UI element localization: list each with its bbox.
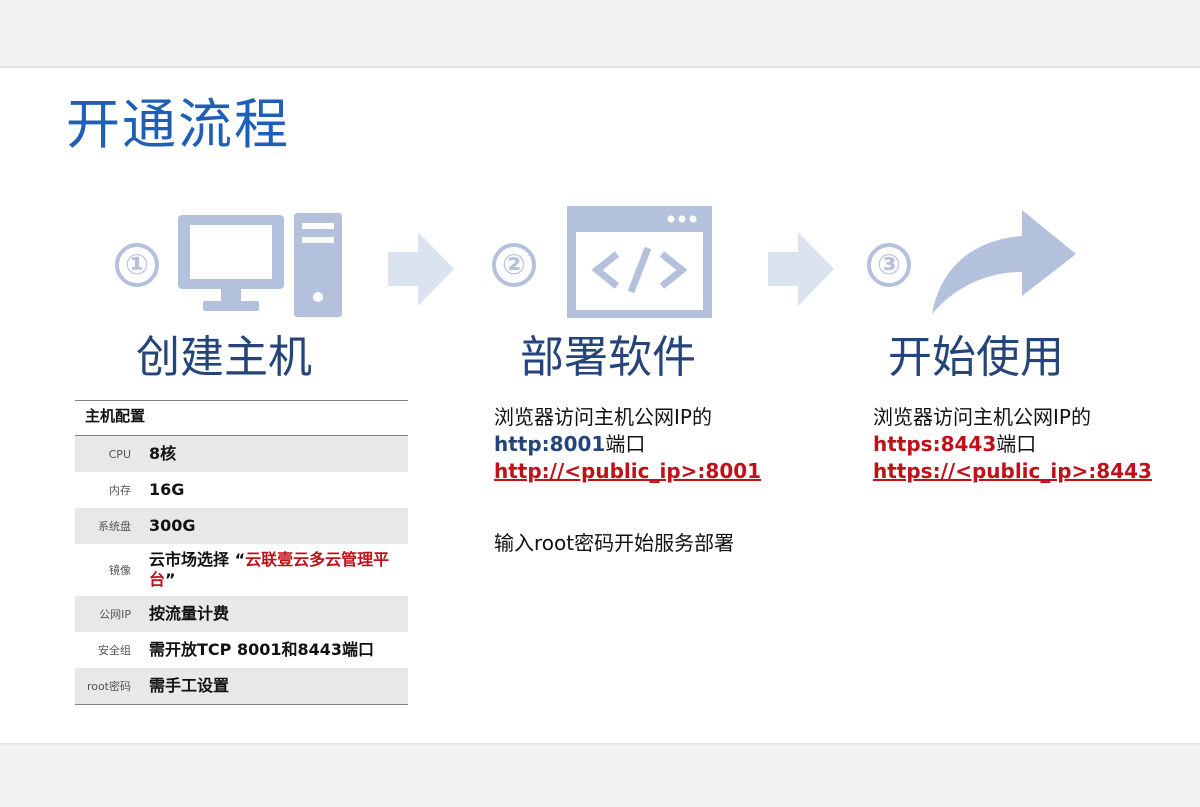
step-2-port: http:8001 [494,432,606,456]
table-row: 安全组 需开放TCP 8001和8443端口 [75,632,408,668]
row-key: root密码 [86,680,131,693]
row-key: 镜像 [109,564,131,577]
row-value: 16G [149,480,185,499]
step-3-title: 开始使用 [888,332,1064,383]
table-row: 系统盘 300G [75,508,408,544]
table-row: CPU 8核 [75,436,408,472]
step-3-link[interactable]: https://<public_ip>:8443 [873,459,1152,483]
row-value: 云市场选择 “云联壹云多云管理平台” [149,550,399,590]
host-config-table: 主机配置 CPU 8核 内存 16G 系统盘 300G 镜像 云市场选择 “云联… [75,400,408,705]
arrow-right-icon [768,232,834,306]
step-2-port-line: http:8001端口 [494,431,761,458]
code-window-icon [567,206,712,318]
step-3-port-suffix: 端口 [996,432,1037,456]
row-key: 安全组 [98,644,131,657]
row-key: 系统盘 [98,520,131,533]
step-2-title: 部署软件 [520,332,696,383]
step-2-port-suffix: 端口 [605,432,646,456]
step-2-number: ② [492,243,536,287]
row-value: 需开放TCP 8001和8443端口 [149,640,375,659]
step-1-title: 创建主机 [136,332,312,383]
image-suffix: ” [165,570,176,589]
curved-arrow-icon [932,210,1076,314]
table-row: root密码 需手工设置 [75,668,408,704]
table-row: 内存 16G [75,472,408,508]
row-value: 300G [149,516,196,535]
step-3-port-line: https:8443端口 [873,431,1152,458]
step-3-description: 浏览器访问主机公网IP的 https:8443端口 https://<publi… [873,404,1152,485]
row-value: 需手工设置 [149,676,230,695]
step-3-port: https:8443 [873,432,997,456]
arrow-right-icon [388,232,454,306]
step-3-number: ③ [867,243,911,287]
slide: 开通流程 ① 创建主机 ② 部署软件 浏览器访问主机公网IP的 http:800… [0,68,1200,743]
step-2-extra: 输入root密码开始服务部署 [494,531,735,555]
row-key: 内存 [109,484,131,497]
step-2-link[interactable]: http://<public_ip>:8001 [494,459,761,483]
page-title: 开通流程 [66,93,290,156]
table-row: 镜像 云市场选择 “云联壹云多云管理平台” [75,544,408,596]
step-3-desc-line1: 浏览器访问主机公网IP的 [873,405,1091,429]
row-key: CPU [108,447,131,461]
row-value: 按流量计费 [149,604,230,623]
image-prefix: 云市场选择 “ [149,550,246,569]
row-value: 8核 [149,444,177,463]
table-row: 公网IP 按流量计费 [75,596,408,632]
step-2-desc-line1: 浏览器访问主机公网IP的 [494,405,712,429]
computer-icon [178,213,342,317]
step-1-number: ① [115,243,159,287]
table-header: 主机配置 [75,401,408,436]
row-key: 公网IP [99,608,131,621]
step-2-description: 浏览器访问主机公网IP的 http:8001端口 http://<public_… [494,404,761,485]
